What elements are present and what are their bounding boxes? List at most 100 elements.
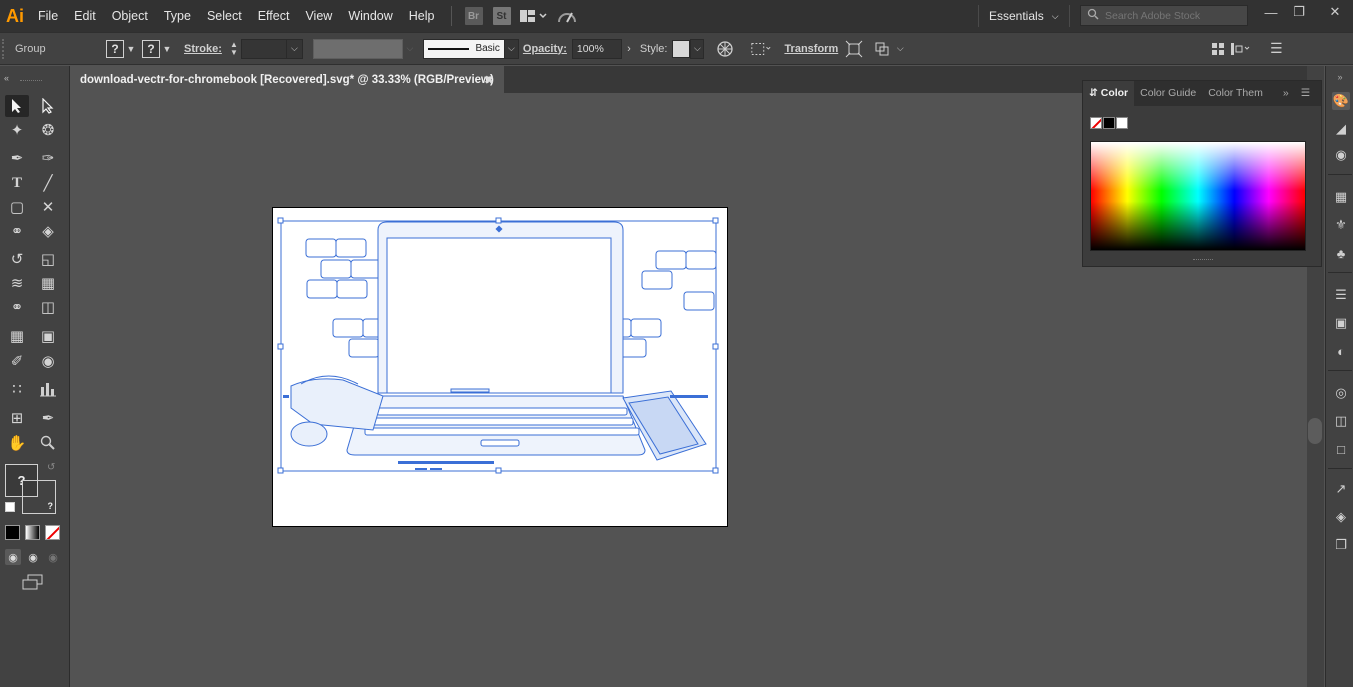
menu-file[interactable]: File [30,0,66,32]
slice-tool-icon[interactable]: ✒ [36,407,60,429]
magic-wand-icon[interactable]: ✦ [5,119,29,141]
transparency-panel-icon[interactable]: ◐ [1332,342,1350,360]
layers-icon[interactable]: ◈ [1332,508,1350,526]
perspective-grid-icon[interactable]: ◫ [36,296,60,318]
panel-resize-grip[interactable] [1193,259,1213,262]
graphic-style-swatch[interactable] [672,39,691,58]
mesh-tool-icon[interactable]: ▦ [5,325,29,347]
draw-normal-icon[interactable]: ◉ [5,549,21,565]
chevron-right-icon[interactable]: › [622,40,636,58]
transform-link[interactable]: Transform [784,43,838,55]
artboards-icon[interactable]: ❐ [1332,536,1350,554]
stroke-weight-stepper[interactable]: ▲ ▼ [227,40,241,58]
menu-type[interactable]: Type [156,0,199,32]
tools-panel-header[interactable]: « [0,66,69,90]
swap-fill-stroke-icon[interactable]: ↺ [47,462,55,473]
white-swatch[interactable] [1116,117,1128,129]
panel-menu-icon[interactable]: ☰ [1265,38,1287,60]
distribute-icon[interactable] [1229,38,1251,60]
screen-mode-icon[interactable] [20,573,46,591]
direct-selection-tool[interactable] [36,95,60,117]
color-mode-button[interactable] [5,525,20,540]
gradient-panel-icon[interactable]: ▣ [1332,314,1350,332]
draw-inside-icon[interactable]: ◉ [45,549,61,565]
transform-bounding-icon[interactable] [843,38,865,60]
expand-tabs-icon[interactable]: » [1277,81,1295,106]
color-guide-icon[interactable]: ◢ [1332,120,1350,138]
stroke-panel-icon[interactable]: ☰ [1332,286,1350,304]
paintbrush-icon[interactable]: ✕ [36,196,60,218]
opacity-label[interactable]: Opacity: [523,43,567,55]
fill-swatch[interactable]: ? [106,39,124,58]
color-themes-icon[interactable]: ◉ [1332,146,1350,164]
document-tab[interactable]: download-vectr-for-chromebook [Recovered… [70,66,504,93]
blend-tool-icon[interactable]: ◉ [36,350,60,372]
chevron-down-icon[interactable]: ⌵ [504,38,519,59]
line-segment-icon[interactable]: ╱ [36,172,60,194]
scale-tool-icon[interactable]: ◱ [36,248,60,270]
isolate-group-icon[interactable] [871,38,893,60]
restore-button[interactable]: ❐ [1284,2,1314,22]
type-tool-icon[interactable]: T [5,172,29,194]
curvature-tool-icon[interactable]: ✑ [36,147,60,169]
menu-object[interactable]: Object [104,0,156,32]
panel-grip[interactable] [2,38,10,59]
stroke-label[interactable]: Stroke: [184,43,222,55]
variable-width-profile[interactable] [312,38,403,59]
symbol-sprayer-icon[interactable]: ∷ [5,378,29,400]
none-swatch[interactable] [1090,117,1102,129]
gradient-tool-icon[interactable]: ▣ [36,325,60,347]
free-transform-icon[interactable]: ▦ [36,272,60,294]
default-colors-icon[interactable] [5,502,15,512]
artboard-tool-icon[interactable]: ⊞ [5,407,29,429]
recolor-artwork-icon[interactable] [714,38,736,60]
appearance-panel-icon[interactable]: ◎ [1332,384,1350,402]
align-to-selection-icon[interactable] [750,38,772,60]
lasso-icon[interactable]: ❂ [36,119,60,141]
chevron-down-icon[interactable]: ▼ [124,40,138,58]
rectangle-tool-icon[interactable]: ▢ [5,196,29,218]
column-graph-icon[interactable] [36,378,60,400]
shape-builder-icon[interactable]: ⚭ [5,296,29,318]
close-icon[interactable]: ✖ [484,73,494,87]
panel-menu-icon[interactable]: ☰ [1295,81,1316,106]
tab-color[interactable]: ⇵ Color [1083,81,1135,106]
black-swatch[interactable] [1103,117,1115,129]
pen-tool-icon[interactable]: ✒ [5,147,29,169]
chevron-down-icon[interactable]: ⌵ [286,38,303,59]
workspace-switcher[interactable]: Essentials ⌵ [978,5,1070,27]
menu-edit[interactable]: Edit [66,0,104,32]
gpu-performance-icon[interactable] [556,6,578,26]
width-tool-icon[interactable]: ≋ [5,272,29,294]
swatches-icon[interactable]: ▦ [1332,188,1350,206]
brushes-icon[interactable]: ⚜ [1332,216,1350,234]
stock-button[interactable]: St [492,6,512,26]
tab-color-guide[interactable]: Color Guide [1134,81,1202,106]
shaper-tool-icon[interactable]: ⚭ [5,220,29,242]
chevron-down-icon[interactable]: ⌵ [893,40,907,58]
export-icon[interactable]: ↗ [1332,480,1350,498]
draw-behind-icon[interactable]: ◉ [25,549,41,565]
stroke-swatch[interactable]: ? [142,39,160,58]
tab-color-themes[interactable]: Color Them [1202,81,1269,106]
chevron-down-icon[interactable]: ▼ [160,40,174,58]
laptop-illustration[interactable] [273,208,729,528]
selection-tool[interactable] [5,95,29,117]
search-input[interactable] [1105,9,1245,22]
brush-definition[interactable]: Basic [422,38,505,59]
hand-tool-icon[interactable]: ✋ [5,432,29,454]
transform-panel-icon[interactable]: □ [1332,440,1350,458]
opacity-field[interactable]: 100% [571,38,622,59]
close-window-button[interactable]: ✕ [1320,2,1350,22]
graphic-styles-icon[interactable]: ◫ [1332,412,1350,430]
minimize-button[interactable]: — [1256,2,1286,22]
symbols-icon[interactable]: ♣ [1332,244,1350,262]
menu-window[interactable]: Window [340,0,400,32]
color-spectrum[interactable] [1090,141,1306,251]
arrange-documents-icon[interactable] [519,6,548,26]
scrollbar-thumb[interactable] [1308,418,1322,444]
rotate-tool-icon[interactable]: ↺ [5,248,29,270]
eraser-icon[interactable]: ◈ [36,220,60,242]
chevron-down-icon[interactable]: ⌵ [690,38,705,59]
menu-help[interactable]: Help [401,0,443,32]
